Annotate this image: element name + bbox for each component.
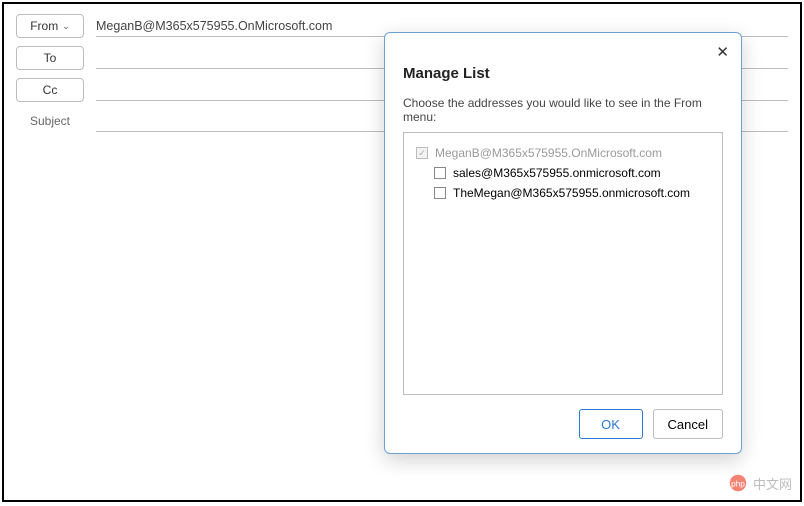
close-icon: ✕	[716, 44, 729, 61]
to-label: To	[44, 51, 57, 65]
address-item[interactable]: sales@M365x575955.onmicrosoft.com	[414, 163, 712, 183]
cc-button[interactable]: Cc	[16, 78, 84, 102]
checkbox-icon[interactable]	[434, 167, 446, 179]
to-button[interactable]: To	[16, 46, 84, 70]
address-list: ✓ MeganB@M365x575955.OnMicrosoft.com sal…	[403, 132, 723, 395]
watermark: php 中文网	[727, 472, 792, 494]
subject-label: Subject	[16, 114, 84, 128]
checkbox-icon: ✓	[416, 147, 428, 159]
cc-label: Cc	[43, 83, 58, 97]
dialog-buttons: OK Cancel	[403, 409, 723, 439]
ok-button[interactable]: OK	[579, 409, 643, 439]
compose-window: From ⌄ MeganB@M365x575955.OnMicrosoft.co…	[2, 2, 802, 502]
elephant-icon: php	[727, 472, 749, 494]
close-button[interactable]: ✕	[716, 43, 729, 61]
watermark-text: 中文网	[753, 474, 792, 493]
dialog-instruction: Choose the addresses you would like to s…	[403, 96, 723, 124]
address-item[interactable]: TheMegan@M365x575955.onmicrosoft.com	[414, 183, 712, 203]
svg-text:php: php	[731, 480, 745, 489]
checkbox-icon[interactable]	[434, 187, 446, 199]
address-email: MeganB@M365x575955.OnMicrosoft.com	[435, 146, 662, 160]
address-email: sales@M365x575955.onmicrosoft.com	[453, 166, 661, 180]
chevron-down-icon: ⌄	[62, 21, 70, 32]
cancel-button[interactable]: Cancel	[653, 409, 723, 439]
dialog-title: Manage List	[403, 65, 723, 82]
address-item: ✓ MeganB@M365x575955.OnMicrosoft.com	[414, 143, 712, 163]
manage-list-dialog: ✕ Manage List Choose the addresses you w…	[384, 32, 742, 454]
from-label: From	[30, 19, 58, 33]
address-email: TheMegan@M365x575955.onmicrosoft.com	[453, 186, 690, 200]
from-button[interactable]: From ⌄	[16, 14, 84, 38]
